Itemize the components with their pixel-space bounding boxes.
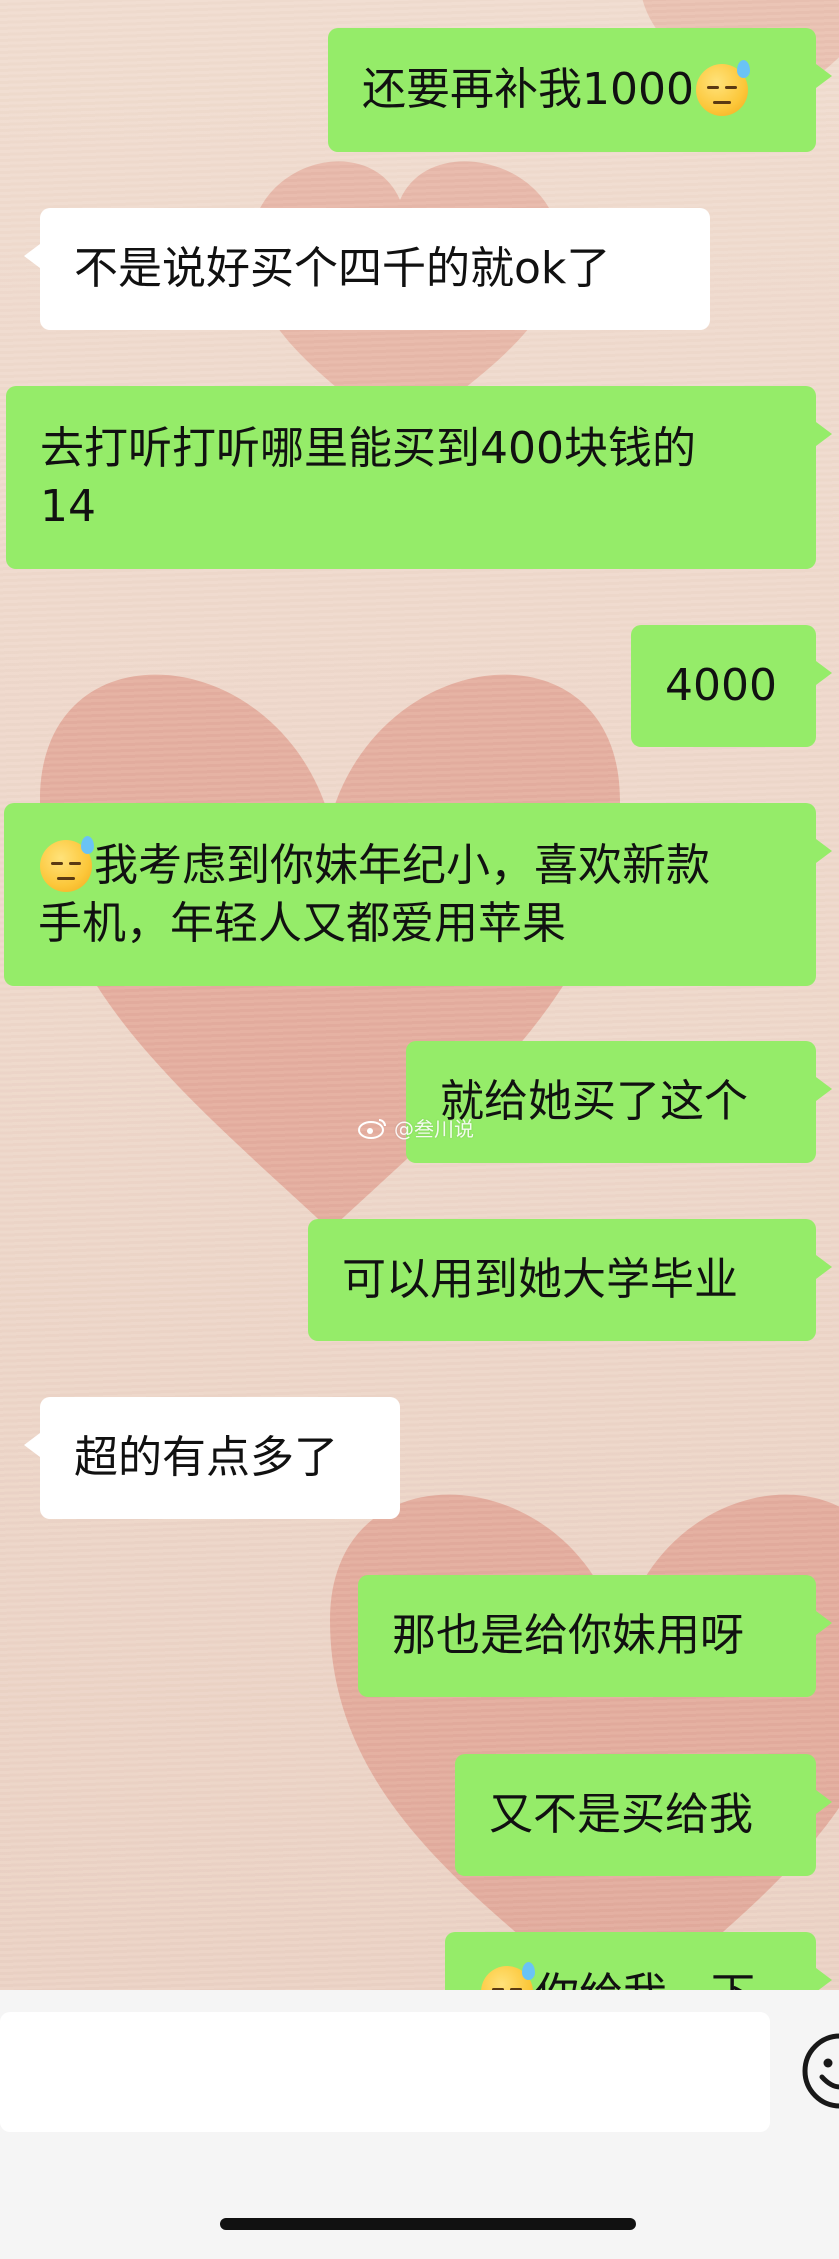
watermark: @叁川说 <box>358 1113 474 1142</box>
message-text: 那也是给你妹用呀 <box>392 1610 744 1661</box>
partial-message-clip: 你给我一下 <box>0 1920 839 1990</box>
message-text: 不是说好买个四千的就ok了 <box>74 243 611 294</box>
message-text: 超的有点多了 <box>74 1432 338 1483</box>
message-text: 又不是买给我 <box>489 1789 753 1840</box>
message-bubble-outgoing[interactable]: 你给我一下 <box>445 1932 832 1990</box>
message-bubble-outgoing[interactable]: 4000 <box>631 625 832 747</box>
message-text-line: 去打听打听哪里能买到400块钱的 <box>40 422 696 474</box>
message-text-line: 14 <box>40 480 96 532</box>
home-indicator[interactable] <box>220 2218 636 2230</box>
message-text: 可以用到她大学毕业 <box>342 1254 738 1305</box>
message-bubble-outgoing[interactable]: 就给她买了这个 <box>406 1041 832 1163</box>
message-bubble-incoming[interactable]: 不是说好买个四千的就ok了 <box>24 208 710 330</box>
message-text: 你给我一下 <box>535 1966 755 1990</box>
message-text-line: 我考虑到你妹年纪小，喜欢新款 <box>94 839 710 891</box>
message-bubble-outgoing[interactable]: 去打听打听哪里能买到400块钱的 14 <box>6 386 832 569</box>
message-text: 还要再补我1000 <box>362 64 694 115</box>
watermark-text: @叁川说 <box>394 1117 474 1141</box>
sweat-smile-icon <box>40 835 94 892</box>
message-text: 4000 <box>665 660 777 711</box>
sweat-smile-icon <box>695 60 750 116</box>
message-text-line: 手机，年轻人又都爱用苹果 <box>38 897 566 949</box>
emoji-smile-icon[interactable] <box>800 2031 839 2111</box>
message-bubble-outgoing[interactable]: 那也是给你妹用呀 <box>358 1575 832 1697</box>
message-bubble-incoming[interactable]: 超的有点多了 <box>24 1397 400 1519</box>
message-text: 就给她买了这个 <box>440 1076 748 1127</box>
message-input[interactable] <box>0 2012 770 2132</box>
weibo-icon <box>358 1118 386 1139</box>
message-bubble-outgoing[interactable]: 我考虑到你妹年纪小，喜欢新款 手机，年轻人又都爱用苹果 <box>4 803 832 986</box>
message-bubble-outgoing[interactable]: 还要再补我1000 <box>328 28 832 152</box>
sweat-smile-icon <box>481 1962 535 1990</box>
message-bubble-outgoing[interactable]: 可以用到她大学毕业 <box>308 1219 832 1341</box>
message-bubble-outgoing[interactable]: 又不是买给我 <box>455 1754 832 1876</box>
